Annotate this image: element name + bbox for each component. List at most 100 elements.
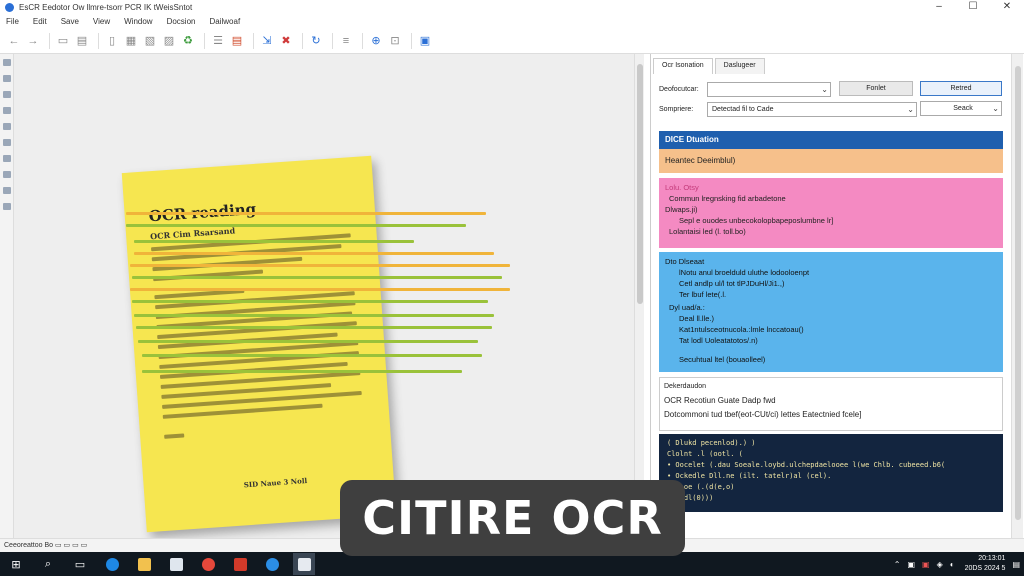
ocr-scan-line: [130, 264, 510, 267]
tool-icon[interactable]: [3, 203, 11, 210]
read-button[interactable]: Retred: [920, 81, 1002, 96]
ocr-app-icon[interactable]: [293, 553, 315, 575]
menu-docsion[interactable]: Docsion: [167, 17, 196, 26]
tool-icon[interactable]: [3, 171, 11, 178]
camera-icon[interactable]: ▣: [907, 560, 915, 569]
panel-scrollbar[interactable]: [1011, 54, 1023, 538]
tool-icon[interactable]: [3, 59, 11, 66]
setup-label: Seack: [953, 105, 973, 112]
tool-icon[interactable]: [3, 187, 11, 194]
maximize-button[interactable]: ☐: [956, 0, 990, 14]
delete-icon[interactable]: ✖: [278, 33, 294, 49]
image-icon[interactable]: ▧: [142, 33, 158, 49]
code-line: ( Dlukd pecenlod).) ): [667, 439, 756, 447]
pdf-reader-icon[interactable]: [229, 553, 251, 575]
export-icon[interactable]: ⇲: [259, 33, 275, 49]
document-footer: SID Naue 3 Noll: [243, 475, 308, 490]
close-button[interactable]: ✕: [990, 0, 1024, 14]
print-icon[interactable]: ▤: [74, 33, 90, 49]
pdf-tray-icon[interactable]: ▣: [922, 560, 930, 569]
chevron-up-icon[interactable]: ⌃: [894, 560, 901, 569]
tab-daslugeer[interactable]: Daslugeer: [714, 58, 765, 74]
zoom-in-icon[interactable]: ⊕: [368, 33, 384, 49]
scrollbar-thumb[interactable]: [637, 64, 643, 304]
cancel-button[interactable]: Fonlet: [839, 81, 913, 96]
forward-arrow-icon[interactable]: →: [25, 33, 41, 49]
chrome-icon[interactable]: [197, 553, 219, 575]
new-page-icon[interactable]: ▭: [55, 33, 71, 49]
edge-icon[interactable]: [261, 553, 283, 575]
detection-line: Dotcommoni tud tbef(eot-CUt/ci) lettes E…: [664, 410, 862, 419]
output-select[interactable]: Detectad fil to Cade ⌄: [707, 101, 917, 117]
clock[interactable]: 20:13:01 20DS 2024 5: [965, 554, 1006, 574]
pink-line: Dlwaps.ji): [665, 205, 698, 214]
align-icon[interactable]: ≡: [338, 33, 354, 49]
frame-icon[interactable]: ⊡: [387, 33, 403, 49]
store-icon[interactable]: [165, 553, 187, 575]
menu-edit[interactable]: Edit: [33, 17, 47, 26]
edge-browser-icon[interactable]: [101, 553, 123, 575]
chevron-down-icon: ⌄: [821, 84, 828, 94]
pink-line: Commun lregnsking fid arbadetone: [669, 194, 786, 203]
ocr-scan-line: [134, 240, 414, 243]
ocr-side-panel: Ocr Isonation Daslugeer Deofocutcar: ⌄ F…: [650, 54, 1024, 538]
windows-start-icon[interactable]: ⊞: [5, 553, 27, 575]
source-label: Deofocutcar:: [659, 85, 699, 93]
detection-label: Dekerdaudon: [664, 383, 707, 390]
search-icon[interactable]: ⌕: [37, 553, 59, 575]
setup-select[interactable]: Seack ⌄: [920, 101, 1002, 116]
menu-file[interactable]: File: [6, 17, 19, 26]
notification-icon[interactable]: ▤: [1012, 560, 1020, 569]
window-title: EsCR Eedotor Ow llmre-tsorr PCR IK tWeis…: [19, 2, 193, 12]
ocr-scan-line: [132, 276, 502, 279]
clock-time: 20:13:01: [978, 555, 1006, 562]
menu-save[interactable]: Save: [61, 17, 79, 26]
blue-line: Ter lbuf lete(.l.: [679, 290, 727, 299]
layout-icon[interactable]: ▣: [417, 33, 433, 49]
ocr-scan-line: [130, 288, 510, 291]
tab-ocr-isonation[interactable]: Ocr Isonation: [653, 58, 713, 74]
toolbar-divider: [302, 32, 303, 49]
volume-icon[interactable]: ◐: [950, 560, 955, 569]
ocr-scan-line: [142, 370, 462, 373]
minimize-button[interactable]: –: [922, 0, 956, 14]
title-bar: EsCR Eedotor Ow llmre-tsorr PCR IK tWeis…: [0, 0, 1024, 14]
text-line: [164, 433, 185, 439]
blue-line: Secuhtual ltel (bouaolleel): [679, 355, 766, 364]
output-value: Detectad fil to Cade: [712, 105, 774, 113]
results-detection-block: Dekerdaudon OCR Recotiun Guate Dadp fwd …: [659, 377, 1003, 431]
code-line: ) (.dl(0))): [667, 494, 714, 502]
code-line: • Oocelet (.dau Soeale.loybd.ulchepdaelo…: [667, 461, 946, 469]
code-line: Clolnt .l (ootl. (: [667, 450, 743, 458]
document-canvas[interactable]: OCR reading OCR Cim Rsarsand SID Naue 3 …: [14, 54, 634, 538]
scrollbar-thumb[interactable]: [1015, 66, 1021, 520]
page-view-icon[interactable]: ▦: [123, 33, 139, 49]
tool-icon[interactable]: [3, 75, 11, 82]
tool-icon[interactable]: [3, 123, 11, 130]
list-icon[interactable]: ☰: [210, 33, 226, 49]
ocr-scan-line: [142, 354, 482, 357]
recycle-icon[interactable]: ♻: [180, 33, 196, 49]
scan-icon[interactable]: ▨: [161, 33, 177, 49]
window-controls: – ☐ ✕: [922, 0, 1024, 14]
menu-window[interactable]: Window: [124, 17, 152, 26]
canvas-scrollbar[interactable]: [634, 54, 644, 538]
tool-icon[interactable]: [3, 139, 11, 146]
toolbar-divider: [49, 32, 50, 49]
menu-view[interactable]: View: [93, 17, 110, 26]
file-explorer-icon[interactable]: [133, 553, 155, 575]
tool-icon[interactable]: [3, 91, 11, 98]
menu-dailwoaf[interactable]: Dailwoaf: [209, 17, 240, 26]
network-icon[interactable]: ◈: [937, 560, 943, 569]
tool-icon[interactable]: [3, 155, 11, 162]
detection-line: OCR Recotiun Guate Dadp fwd: [664, 396, 776, 405]
blue-line: Tat lodl Uoleatatotos/.n): [679, 336, 758, 345]
source-select[interactable]: ⌄: [707, 81, 831, 97]
rotate-icon[interactable]: ↻: [308, 33, 324, 49]
tool-icon[interactable]: [3, 107, 11, 114]
document-icon[interactable]: ▯: [104, 33, 120, 49]
back-arrow-icon[interactable]: ←: [6, 33, 22, 49]
task-view-icon[interactable]: ▭: [69, 553, 91, 575]
highlight-icon[interactable]: ▤: [229, 33, 245, 49]
results-pink-block: Lolu. Otsy Commun lregnsking fid arbadet…: [659, 178, 1003, 248]
